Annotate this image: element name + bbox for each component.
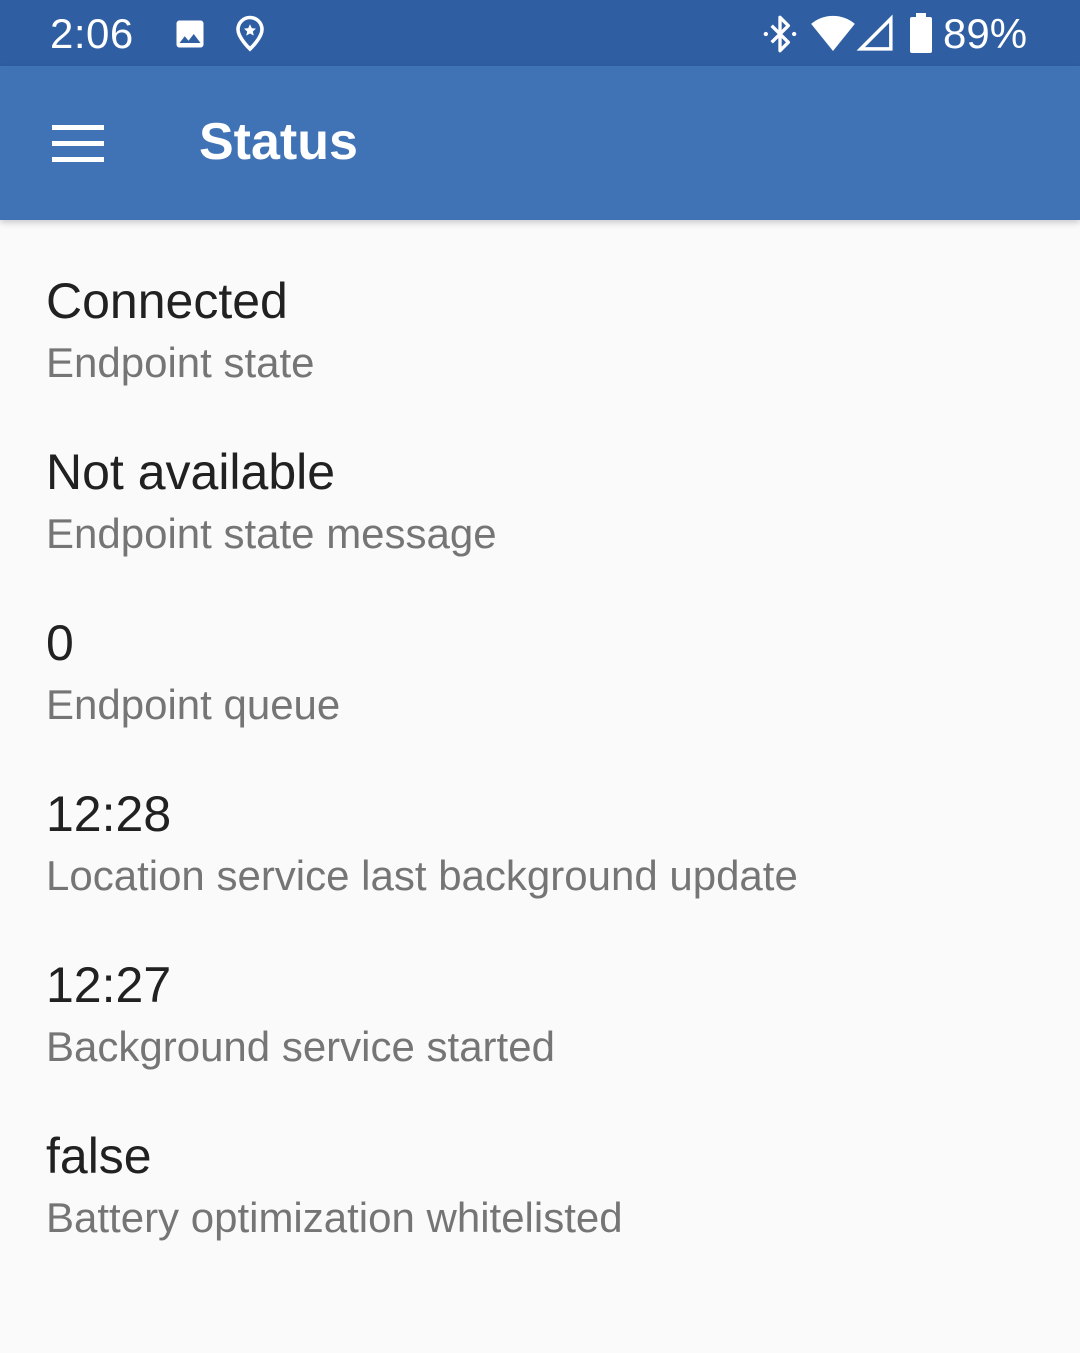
status-bar: 2:06 89% bbox=[0, 0, 1080, 66]
cell-signal-icon bbox=[856, 14, 893, 51]
battery-icon bbox=[910, 13, 932, 53]
status-time: 2:06 bbox=[50, 10, 134, 57]
item-label: Endpoint queue bbox=[46, 681, 341, 728]
hamburger-menu-icon[interactable] bbox=[36, 107, 116, 179]
item-value: Connected bbox=[46, 273, 288, 329]
item-label: Endpoint state message bbox=[46, 510, 497, 557]
item-label: Endpoint state bbox=[46, 339, 315, 386]
app-bar: Status bbox=[0, 66, 1080, 220]
list-item-endpoint-state-message[interactable]: Not available Endpoint state message bbox=[0, 391, 1080, 562]
item-value: 0 bbox=[46, 615, 74, 671]
location-pin-icon bbox=[236, 15, 264, 52]
item-value: Not available bbox=[46, 444, 336, 500]
page-title: Status bbox=[199, 113, 358, 171]
list-item-battery-optimization[interactable]: false Battery optimization whitelisted bbox=[0, 1075, 1080, 1246]
list-item-location-service-update[interactable]: 12:28 Location service last background u… bbox=[0, 733, 1080, 904]
list-item-endpoint-state[interactable]: Connected Endpoint state bbox=[0, 220, 1080, 391]
list-item-endpoint-queue[interactable]: 0 Endpoint queue bbox=[0, 562, 1080, 733]
item-value: 12:27 bbox=[46, 957, 172, 1013]
item-label: Battery optimization whitelisted bbox=[46, 1194, 623, 1241]
item-value: false bbox=[46, 1128, 152, 1184]
image-icon bbox=[176, 20, 204, 48]
status-list: Connected Endpoint state Not available E… bbox=[0, 220, 1080, 1246]
item-label: Location service last background update bbox=[46, 852, 798, 899]
bluetooth-icon bbox=[763, 15, 797, 53]
item-value: 12:28 bbox=[46, 786, 172, 842]
wifi-icon bbox=[811, 15, 855, 52]
item-label: Background service started bbox=[46, 1023, 555, 1070]
battery-percentage: 89% bbox=[943, 10, 1028, 57]
list-item-background-service-started[interactable]: 12:27 Background service started bbox=[0, 904, 1080, 1075]
